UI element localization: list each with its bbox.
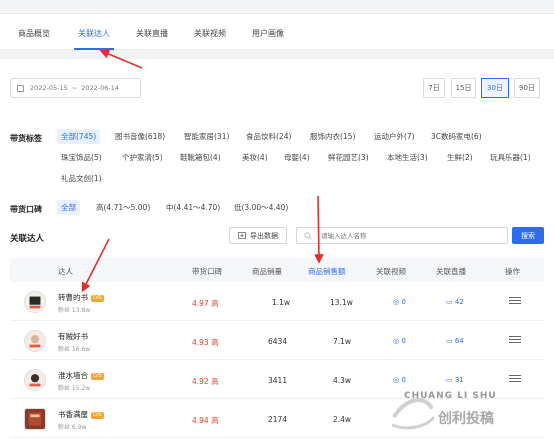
detail-list-icon[interactable] [509, 375, 521, 385]
sales-amount: 7.1w [333, 337, 352, 346]
tag-chip[interactable]: 个护家清(5) [118, 150, 167, 165]
level-badge: LV5 [91, 373, 104, 380]
reputation-chip[interactable]: 全部 [57, 200, 80, 215]
tags-label: 带货标签 [10, 134, 42, 143]
tab-user-profile[interactable]: 用户画像 [252, 28, 284, 39]
sales-amount: 2.4w [333, 415, 352, 424]
sales-amount: 4.3w [333, 376, 352, 385]
detail-list-icon[interactable] [509, 336, 521, 346]
level-badge: LV5 [91, 412, 104, 419]
avatar [24, 330, 46, 352]
reputation-chip[interactable]: 低(3.00～4.40) [230, 200, 292, 215]
export-icon [238, 232, 246, 239]
reputation-chip[interactable]: 高(4.71～5.00) [92, 200, 154, 215]
reputation-score: 4.97 高 [192, 299, 219, 308]
period-15d[interactable]: 15日 [451, 78, 476, 98]
tag-chip[interactable]: 玩具乐器(1) [486, 150, 535, 165]
section-title: 关联达人 [10, 234, 45, 244]
divider-band [0, 50, 554, 59]
video-count-link[interactable]: ◎ 0 [393, 298, 406, 306]
fans-count: 粉丝 13.8w [58, 307, 91, 314]
tag-chip[interactable]: 珠宝饰品(5) [57, 150, 106, 165]
fans-count: 粉丝 16.6w [58, 346, 91, 353]
export-label: 导出数据 [250, 231, 278, 240]
period-7d[interactable]: 7日 [423, 78, 445, 98]
search-button[interactable]: 搜索 [512, 227, 544, 244]
tag-chip[interactable]: 母婴(4) [280, 150, 314, 165]
date-range-picker[interactable]: 2022-05-15 ~ 2022-06-14 [10, 78, 141, 98]
col-influencer: 达人 [58, 267, 73, 276]
tag-chip[interactable]: 礼品文创(1) [57, 171, 106, 186]
reputation-label: 带货口碑 [10, 205, 42, 214]
reputation-score: 4.94 高 [192, 416, 219, 425]
live-count-link[interactable]: ▭ 42 [446, 298, 464, 306]
tab-related-live[interactable]: 关联直播 [136, 28, 168, 39]
sales-amount: 13.1w [330, 298, 353, 307]
top-strip [0, 0, 554, 14]
live-count-link[interactable]: ▭ 64 [446, 337, 464, 345]
search-icon [304, 232, 312, 240]
col-actions: 操作 [505, 267, 520, 276]
col-sales-amount[interactable]: 商品销售额 [308, 266, 346, 277]
tab-product-overview[interactable]: 商品概览 [18, 28, 50, 39]
tag-chip[interactable]: 鲜花园艺(3) [324, 150, 373, 165]
sales-value: 6434 [268, 337, 288, 346]
fans-count: 粉丝 15.2w [58, 385, 91, 392]
watermark-text-cn: 创利投稿 [438, 411, 494, 427]
period-90d[interactable]: 90日 [514, 78, 540, 98]
tag-chip[interactable]: 3C数码家电(6) [427, 129, 486, 144]
avatar [24, 408, 46, 430]
col-related-video[interactable]: 关联视频 [376, 266, 406, 277]
tab-related-influencers[interactable]: 关联达人 [78, 28, 110, 39]
video-count-link[interactable]: ◎ 0 [393, 337, 406, 345]
influencer-name: 淮水墙合 LV5 [58, 371, 104, 380]
fans-count: 粉丝 6.9w [58, 424, 87, 431]
avatar [24, 369, 46, 391]
date-separator: ~ [71, 84, 78, 92]
reputation-score: 4.92 高 [192, 377, 219, 386]
video-count-link[interactable]: ◎ 0 [393, 376, 406, 384]
tag-chip[interactable]: 生鲜(2) [443, 150, 477, 165]
col-reputation[interactable]: 带货口碑 [192, 266, 222, 277]
reputation-chip[interactable]: 中(4.41～4.70) [162, 200, 224, 215]
tag-chip[interactable]: 智能家居(31) [180, 129, 233, 144]
watermark-text: CHUANG LI SHU [404, 391, 497, 401]
export-button[interactable]: 导出数据 [229, 227, 287, 244]
tab-related-video[interactable]: 关联视频 [194, 28, 226, 39]
tag-chip[interactable]: 服饰内衣(15) [306, 129, 359, 144]
tag-chip[interactable]: 鞋靴箱包(4) [176, 150, 225, 165]
sales-value: 3411 [268, 376, 288, 385]
date-end: 2022-06-14 [81, 84, 120, 92]
tag-chip[interactable]: 本地生活(3) [383, 150, 432, 165]
col-related-live[interactable]: 关联直播 [436, 266, 466, 277]
tag-chip[interactable]: 图书音像(618) [111, 129, 169, 144]
tag-chip[interactable]: 食品饮料(24) [242, 129, 295, 144]
live-count-link[interactable]: ▭ 31 [446, 376, 464, 384]
reputation-score: 4.93 高 [192, 338, 219, 347]
influencer-search-input[interactable] [296, 227, 508, 244]
tab-bar: 商品概览 关联达人 关联直播 关联视频 用户画像 [0, 14, 554, 50]
tag-chip[interactable]: 美妆(4) [238, 150, 272, 165]
date-start: 2022-05-15 [30, 84, 68, 92]
sales-value: 2174 [268, 415, 288, 424]
level-badge: LV5 [91, 295, 104, 302]
period-30d[interactable]: 30日 [481, 78, 509, 98]
influencer-name: 书香满屋 LV5 [58, 410, 104, 419]
avatar [24, 291, 46, 313]
sales-value: 1.1w [272, 298, 291, 307]
influencer-name: 有贼好书 [58, 332, 88, 341]
tag-chip[interactable]: 全部(745) [57, 129, 101, 144]
tag-chip[interactable]: 运动户外(7) [370, 129, 419, 144]
influencer-name: 转曹的书 LV5 [58, 293, 104, 302]
detail-list-icon[interactable] [509, 297, 521, 307]
calendar-icon [17, 84, 24, 92]
col-sales[interactable]: 商品销量 [252, 266, 282, 277]
